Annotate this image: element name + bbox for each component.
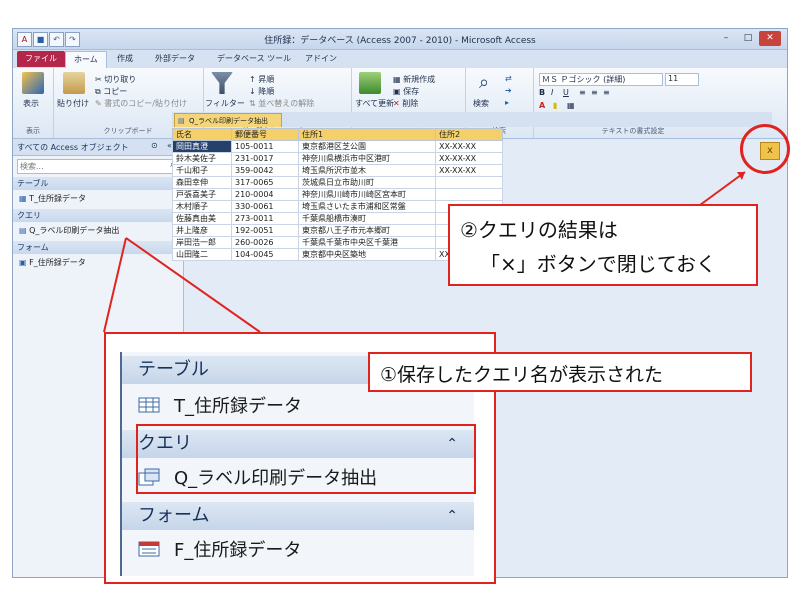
zoom-item-table[interactable]: T_住所録データ (138, 392, 302, 418)
zoom-line-right (125, 237, 261, 333)
arrow-line-to-close (699, 171, 746, 206)
zoom-section-forms[interactable]: フォーム ⌃ (122, 502, 474, 530)
callout-close-instruction: ②クエリの結果は 「×」ボタンで閉じておく (448, 204, 758, 286)
callout-close-line1: ②クエリの結果は (460, 218, 618, 242)
zoom-section-tables-label: テーブル (138, 359, 209, 380)
collapse-icon[interactable]: ⌃ (446, 502, 458, 530)
callout-query-saved-text: ①保存したクエリ名が表示された (380, 364, 664, 386)
callout-close-line2: 「×」ボタンで閉じておく (480, 252, 717, 276)
table-icon (138, 397, 160, 418)
zoom-item-form-label: F_住所録データ (174, 540, 302, 561)
zoom-item-table-label: T_住所録データ (174, 396, 302, 417)
zoom-line-left (103, 237, 127, 333)
callout-query-saved: ①保存したクエリ名が表示された (368, 352, 752, 392)
form-icon (138, 541, 160, 562)
zoom-section-forms-label: フォーム (138, 505, 210, 526)
zoom-query-highlight (136, 424, 476, 494)
zoom-item-form[interactable]: F_住所録データ (138, 536, 301, 562)
